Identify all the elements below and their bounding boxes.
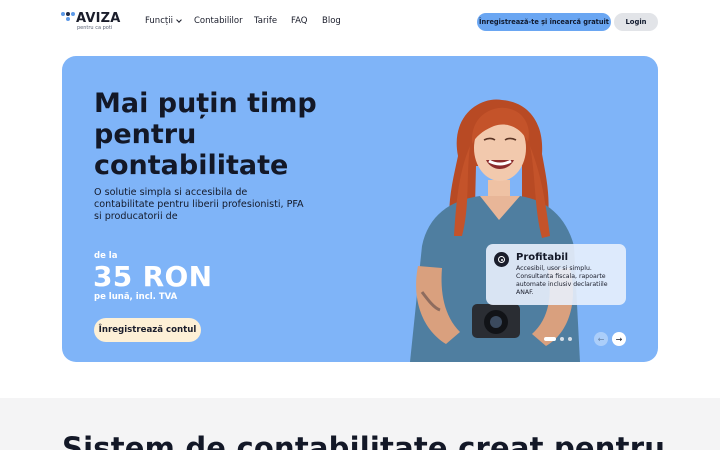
price-note: pe lună, incl. TVA <box>94 292 178 302</box>
carousel-next-arrow-icon[interactable]: → <box>612 332 626 346</box>
feature-card: Profitabil Accesibil, usor si simplu. Co… <box>486 244 626 305</box>
nav-item-faq[interactable]: FAQ <box>291 16 322 26</box>
main-nav: Funcții Contabililor Tarife FAQ Blog <box>145 16 341 26</box>
carousel-dot[interactable] <box>568 337 572 341</box>
hero-subtitle: O solutie simpla si accesibila de contab… <box>94 187 304 222</box>
features-section: Sistem de contabilitate creat pentru <box>0 398 720 450</box>
hero-title: Mai puțin timp pentru contabilitate <box>94 88 317 181</box>
section-heading: Sistem de contabilitate creat pentru <box>62 431 666 450</box>
feature-title: Profitabil <box>516 252 569 263</box>
carousel-dot[interactable] <box>560 337 564 341</box>
register-account-button[interactable]: Înregistrează contul <box>94 318 201 342</box>
aviza-logo[interactable]: AVIZA pentru ca poti <box>61 11 125 33</box>
carousel-dot[interactable] <box>544 337 556 341</box>
nav-item-functii[interactable]: Funcții <box>145 16 194 26</box>
logo-tagline: pentru ca poti <box>77 25 113 31</box>
hero-person-image <box>410 99 580 362</box>
nav-item-tarife[interactable]: Tarife <box>254 16 291 26</box>
hero-banner: Mai puțin timp pentru contabilitate O so… <box>62 56 658 362</box>
feature-text: Accesibil, usor si simplu. Consultanta f… <box>516 265 608 296</box>
logo-mark-icon <box>61 12 75 24</box>
site-header: AVIZA pentru ca poti Funcții Contabililo… <box>0 0 720 44</box>
register-trial-button[interactable]: Înregistrează-te și încearcă gratuit <box>477 13 611 31</box>
target-icon <box>494 252 509 267</box>
nav-item-label: Funcții <box>145 16 173 26</box>
nav-item-contabililor[interactable]: Contabililor <box>194 16 254 26</box>
chevron-down-icon <box>176 16 182 23</box>
carousel-dots <box>544 336 572 342</box>
login-button[interactable]: Login <box>614 13 658 31</box>
nav-item-blog[interactable]: Blog <box>322 16 341 26</box>
logo-wordmark: AVIZA <box>76 11 121 26</box>
price-value: 35 RON <box>93 260 213 293</box>
carousel-prev-arrow-icon[interactable]: ← <box>594 332 608 346</box>
